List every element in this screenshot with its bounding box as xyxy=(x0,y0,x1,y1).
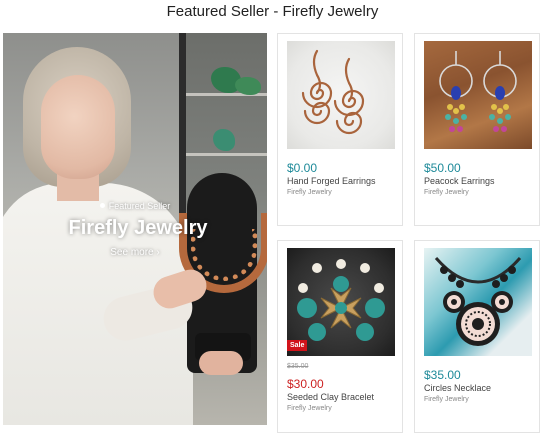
product-image[interactable] xyxy=(424,41,532,149)
hero-eyebrow-text: Featured Seller xyxy=(108,201,171,211)
product-seller[interactable]: Firefly Jewelry xyxy=(287,189,332,196)
decor-plant xyxy=(235,77,261,95)
peacock-earrings-image xyxy=(439,51,517,132)
product-name[interactable]: Hand Forged Earrings xyxy=(287,176,376,186)
product-card[interactable]: $50.00 Peacock Earrings Firefly Jewelry xyxy=(414,33,540,226)
hero-title: Firefly Jewelry xyxy=(68,217,208,239)
product-image[interactable] xyxy=(424,248,532,356)
product-original-price: $35.00 xyxy=(287,363,309,370)
product-name[interactable]: Seeded Clay Bracelet xyxy=(287,392,374,402)
product-card[interactable]: $0.00 Hand Forged Earrings Firefly Jewel… xyxy=(277,33,403,226)
product-card[interactable]: Sale $35.00 $30.00 Seeded Clay Bracelet … xyxy=(277,240,403,433)
product-image[interactable] xyxy=(287,41,395,149)
hero-eyebrow: Featured Seller xyxy=(3,201,267,211)
product-price: $35.00 xyxy=(424,368,461,382)
sale-badge: Sale xyxy=(287,340,308,351)
product-seller[interactable]: Firefly Jewelry xyxy=(424,396,469,403)
seller-hand xyxy=(199,351,243,375)
product-seller[interactable]: Firefly Jewelry xyxy=(424,189,469,196)
see-more-link[interactable]: See more › xyxy=(3,247,267,258)
product-price: $50.00 xyxy=(424,161,461,175)
seller-face xyxy=(41,75,115,179)
circles-necklace-image xyxy=(434,257,522,346)
decor-plant xyxy=(213,129,235,151)
product-card[interactable]: $35.00 Circles Necklace Firefly Jewelry xyxy=(414,240,540,433)
product-sale-price: $30.00 xyxy=(287,377,324,391)
spiral-earrings-image xyxy=(301,49,365,135)
product-image[interactable]: Sale xyxy=(287,248,395,356)
product-name[interactable]: Circles Necklace xyxy=(424,383,491,393)
shelf-divider xyxy=(185,153,267,156)
page-title: Featured Seller - Firefly Jewelry xyxy=(166,3,379,20)
badge-dot-icon xyxy=(99,203,105,208)
product-seller[interactable]: Firefly Jewelry xyxy=(287,405,332,412)
featured-seller-hero[interactable]: Featured Seller Firefly Jewelry See more… xyxy=(3,33,267,425)
product-price: $0.00 xyxy=(287,161,318,175)
product-name[interactable]: Peacock Earrings xyxy=(424,176,495,186)
